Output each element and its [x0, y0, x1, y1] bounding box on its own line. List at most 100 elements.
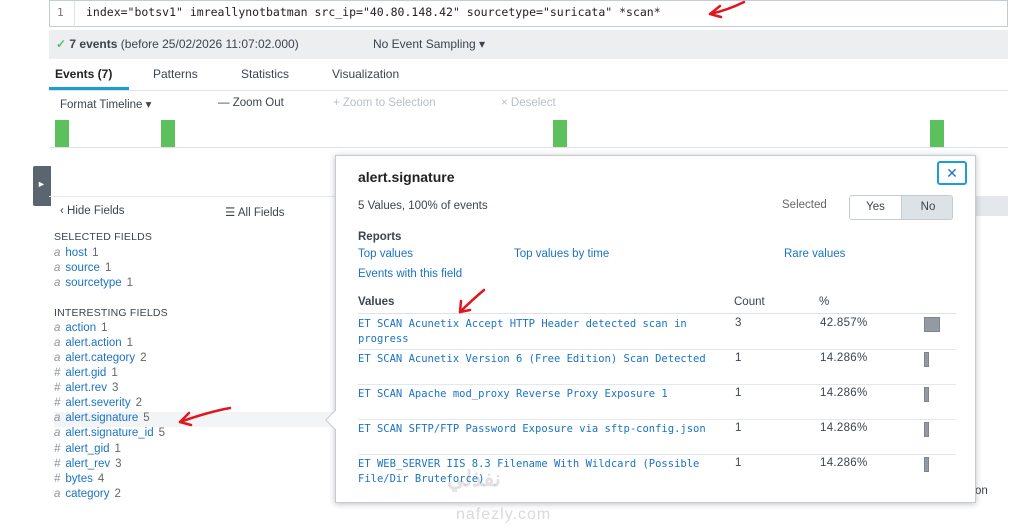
percent-bar — [924, 457, 929, 472]
field-count: 3 — [111, 382, 119, 394]
percent-bar — [924, 317, 940, 332]
string-type-icon: a — [54, 247, 61, 259]
close-button[interactable]: ✕ — [937, 161, 967, 185]
field-item[interactable]: # alert.rev 3 — [54, 382, 118, 397]
field-item[interactable]: # alert.severity 2 — [54, 397, 142, 412]
value-percent: 14.286% — [820, 457, 868, 469]
number-type-icon: # — [54, 397, 61, 409]
value-row: ET SCAN Acunetix Accept HTTP Header dete… — [358, 315, 956, 350]
value-link[interactable]: ET SCAN Acunetix Version 6 (Free Edition… — [358, 352, 718, 367]
field-name: alert.signature_id — [65, 427, 154, 439]
value-percent: 42.857% — [820, 317, 868, 329]
field-name: action — [65, 322, 97, 334]
string-type-icon: a — [54, 322, 61, 334]
timeline-chart[interactable] — [49, 118, 1008, 148]
field-name: alert.severity — [65, 397, 131, 409]
field-name: category — [65, 488, 110, 500]
deselect-button[interactable]: × Deselect — [501, 97, 556, 109]
tab-patterns[interactable]: Patterns — [153, 67, 198, 81]
line-number: 1 — [57, 6, 64, 19]
field-name: alert_rev — [65, 458, 111, 470]
value-percent: 14.286% — [820, 352, 868, 364]
timeline-bar[interactable] — [930, 120, 944, 147]
string-type-icon: a — [54, 352, 61, 364]
value-percent: 14.286% — [820, 422, 868, 434]
rare-values-link[interactable]: Rare values — [784, 248, 845, 260]
field-count: 1 — [126, 337, 134, 349]
values-table-header: Values Count % — [358, 296, 956, 314]
tab-statistics[interactable]: Statistics — [241, 67, 289, 81]
field-name: alert.category — [65, 352, 136, 364]
gutter-divider — [74, 1, 75, 27]
field-name: alert.rev — [65, 382, 107, 394]
zoom-to-selection-button[interactable]: + Zoom to Selection — [333, 97, 436, 109]
field-count: 1 — [104, 262, 112, 274]
value-link[interactable]: ET SCAN Acunetix Accept HTTP Header dete… — [358, 317, 718, 347]
field-name: bytes — [65, 473, 93, 485]
timeline-toolbar: Format Timeline ▾ — Zoom Out + Zoom to S… — [49, 95, 1008, 115]
value-percent: 14.286% — [820, 387, 868, 399]
search-bar[interactable]: 1 index="botsv1" imreallynotbatman src_i… — [49, 0, 1008, 27]
timeline-bar[interactable] — [55, 120, 69, 147]
percent-column-header: % — [819, 296, 830, 308]
background-truncated-text: on — [975, 485, 988, 497]
zoom-out-button[interactable]: — Zoom Out — [218, 97, 284, 109]
fields-sidebar-header: ‹ Hide Fields ☰ All Fields — [49, 196, 335, 224]
annotation-arrow-values — [458, 288, 486, 314]
field-item[interactable]: a alert.action 1 — [54, 337, 133, 352]
field-count: 4 — [97, 473, 105, 485]
field-item[interactable]: a sourcetype 1 — [54, 277, 133, 292]
timeline-bar[interactable] — [553, 120, 567, 147]
search-query-input[interactable]: index="botsv1" imreallynotbatman src_ip=… — [86, 5, 661, 19]
percent-bar — [924, 387, 929, 402]
value-link[interactable]: ET SCAN SFTP/FTP Password Exposure via s… — [358, 422, 718, 437]
field-count: 1 — [114, 443, 121, 455]
field-item[interactable]: # alert.gid 1 — [54, 367, 118, 382]
field-item[interactable]: a source 1 — [54, 262, 111, 277]
selected-yes-button[interactable]: Yes — [850, 196, 902, 219]
field-item[interactable]: a alert.signature_id 5 — [54, 427, 165, 442]
status-bar: ✓ 7 events (before 25/02/2026 11:07:02.0… — [49, 30, 1008, 59]
field-name: alert.signature — [65, 412, 139, 424]
value-link[interactable]: ET WEB_SERVER IIS 8.3 Filename With Wild… — [358, 457, 718, 487]
string-type-icon: a — [54, 337, 61, 349]
field-count: 2 — [135, 397, 142, 409]
field-count: 1 — [92, 247, 99, 259]
tab-visualization[interactable]: Visualization — [332, 67, 399, 81]
tab-events[interactable]: Events (7) — [55, 67, 112, 81]
field-count: 1 — [101, 322, 108, 334]
selected-toggle[interactable]: Yes No — [849, 195, 953, 220]
format-timeline-button[interactable]: Format Timeline ▾ — [60, 97, 151, 111]
field-item[interactable]: # alert_rev 3 — [54, 458, 122, 473]
timeline-bar[interactable] — [161, 120, 175, 147]
top-values-by-time-link[interactable]: Top values by time — [514, 248, 609, 260]
active-tab-indicator — [49, 87, 129, 90]
field-name: sourcetype — [65, 277, 122, 289]
hide-fields-button[interactable]: ‹ Hide Fields — [60, 205, 125, 217]
reports-label: Reports — [358, 231, 402, 243]
field-count: 3 — [115, 458, 122, 470]
value-link[interactable]: ET SCAN Apache mod_proxy Reverse Proxy E… — [358, 387, 718, 402]
before-time: (before 25/02/2026 11:07:02.000) — [120, 37, 299, 51]
top-values-link[interactable]: Top values — [358, 248, 413, 260]
field-item[interactable]: # alert_gid 1 — [54, 443, 121, 458]
string-type-icon: a — [54, 488, 61, 500]
all-fields-button[interactable]: ☰ All Fields — [225, 205, 285, 219]
field-item[interactable]: a host 1 — [54, 247, 99, 262]
event-count: 7 events — [69, 37, 118, 51]
selected-no-button[interactable]: No — [902, 196, 952, 219]
string-type-icon: a — [54, 427, 61, 439]
number-type-icon: # — [54, 367, 61, 379]
field-item[interactable]: a alert.category 2 — [54, 352, 147, 367]
field-item[interactable]: a action 1 — [54, 322, 108, 337]
value-count: 1 — [735, 422, 742, 434]
watermark-logo: نفذلي — [447, 466, 501, 491]
watermark-site: nafezly.com — [456, 506, 552, 523]
event-sampling-dropdown[interactable]: No Event Sampling ▾ — [373, 37, 485, 51]
field-item[interactable]: # bytes 4 — [54, 473, 104, 488]
events-with-field-link[interactable]: Events with this field — [358, 268, 462, 280]
event-count-status: ✓ 7 events (before 25/02/2026 11:07:02.0… — [56, 37, 299, 51]
field-item[interactable]: a category 2 — [54, 488, 121, 503]
field-count: 5 — [143, 412, 150, 424]
selected-label: Selected — [782, 199, 827, 211]
